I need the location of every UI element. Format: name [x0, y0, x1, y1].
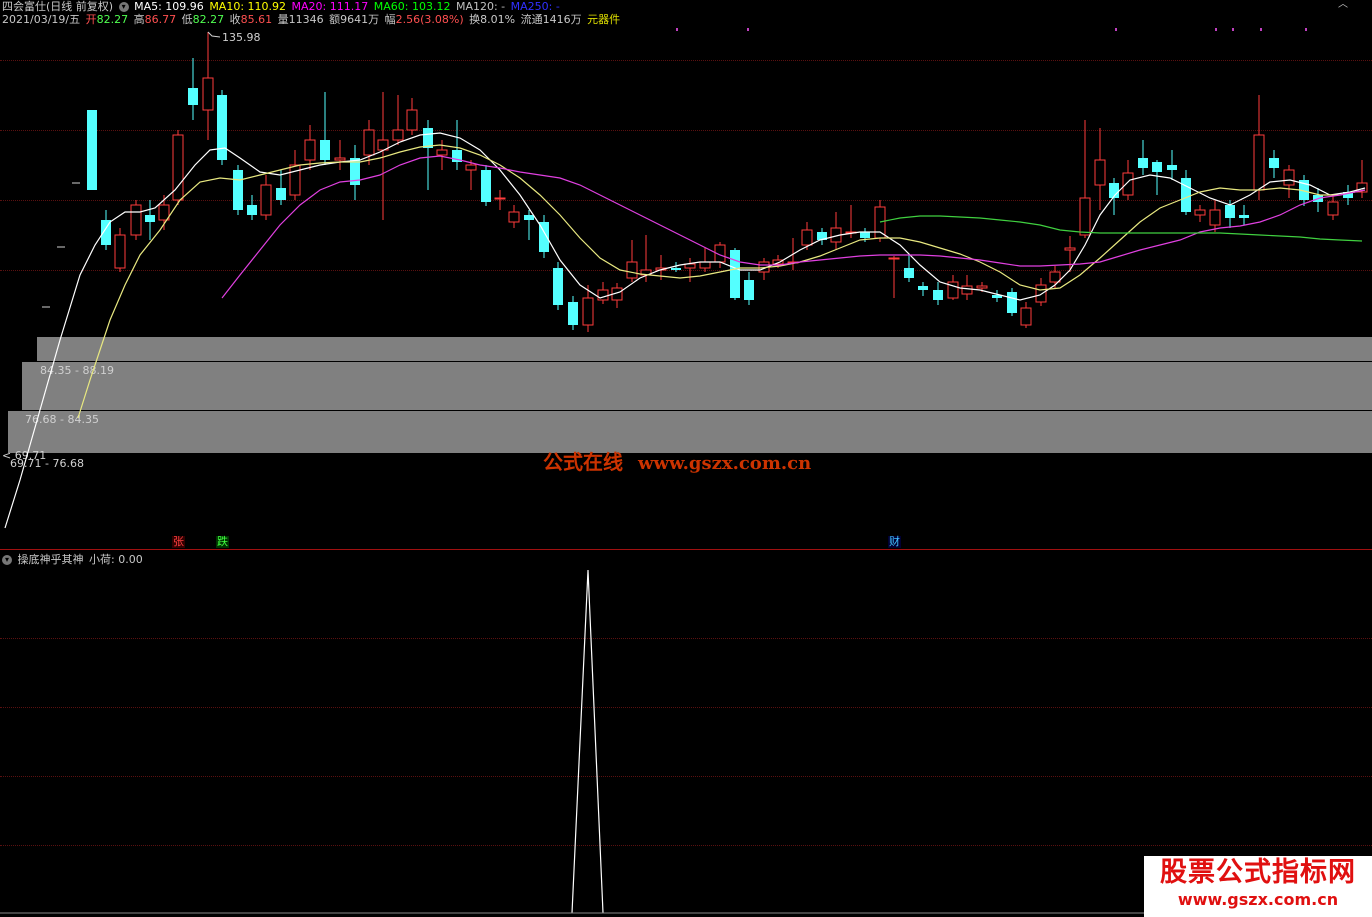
candle-body — [508, 211, 520, 223]
candle-body — [1007, 292, 1017, 313]
candle-body — [334, 157, 346, 161]
candle-body — [568, 302, 578, 325]
grid-line — [0, 638, 1372, 639]
candle-body — [217, 95, 227, 160]
candle-body — [436, 149, 448, 156]
event-tick — [1115, 28, 1117, 31]
corner-watermark-title: 股票公式指标网 — [1160, 857, 1356, 888]
candle-body — [1064, 247, 1076, 251]
candle-body — [114, 234, 126, 269]
candle-body — [918, 286, 928, 290]
candle-body — [202, 77, 214, 111]
candle-body — [1094, 159, 1106, 186]
candle-body — [860, 232, 870, 238]
candle-body — [320, 140, 330, 160]
candle-body — [465, 164, 477, 171]
candle-body — [363, 129, 375, 156]
indicator-name[interactable]: 操底神乎其神 — [18, 553, 84, 566]
candle-body — [1152, 162, 1162, 172]
candle-body — [188, 88, 198, 105]
candle-body — [1167, 165, 1177, 170]
candle-body — [976, 285, 988, 289]
corner-watermark-url: www.gszx.com.cn — [1177, 890, 1339, 909]
candle-body — [1209, 209, 1221, 226]
pane-divider[interactable] — [0, 549, 1372, 550]
candle-body — [1194, 209, 1206, 216]
candle-body — [392, 129, 404, 141]
event-tick — [747, 28, 749, 31]
candle-body — [671, 268, 681, 270]
candle-body — [233, 170, 243, 210]
candle-body — [130, 204, 142, 236]
candle-body — [874, 206, 886, 239]
event-tick — [1305, 28, 1307, 31]
candle-body — [304, 139, 316, 161]
candle-body — [260, 184, 272, 216]
grid-line — [0, 776, 1372, 777]
event-tick — [1232, 28, 1234, 31]
candle-body — [582, 297, 594, 326]
candle-body — [1079, 197, 1091, 236]
candle-body — [597, 289, 609, 301]
ma60-line — [879, 215, 1363, 242]
watermark-url: www.gszx.com.cn — [637, 453, 812, 474]
candle-body — [888, 257, 900, 260]
indicator-spike-line — [571, 569, 604, 914]
candle-body — [87, 110, 97, 190]
candle-body — [626, 261, 638, 279]
chevron-down-icon[interactable]: ▾ — [2, 555, 12, 565]
ma20-line — [221, 155, 1366, 299]
candle-body — [406, 109, 418, 131]
candle-body — [1020, 307, 1032, 326]
candle-body — [933, 290, 943, 300]
grid-line — [0, 707, 1372, 708]
candle-body — [1327, 201, 1339, 216]
candle-body — [744, 280, 754, 300]
signal-zhang[interactable]: 张 — [172, 536, 185, 548]
candle-body — [730, 250, 740, 298]
candle-body — [1138, 158, 1148, 168]
event-tick — [1260, 28, 1262, 31]
candle-body — [1049, 271, 1061, 283]
candle-body — [247, 205, 257, 215]
candle-body — [276, 188, 286, 200]
candle-body — [1253, 134, 1265, 191]
candle-body — [481, 170, 491, 202]
candle-body — [423, 128, 433, 148]
candle-body — [289, 164, 301, 196]
center-watermark: 公式在线 www.gszx.com.cn — [543, 446, 811, 475]
grid-line — [0, 845, 1372, 846]
indicator-header: ▾ 操底神乎其神 小荷: 0.00 — [2, 553, 145, 566]
candle-body — [494, 197, 506, 200]
signal-die[interactable]: 跌 — [216, 536, 229, 548]
candle-body — [1035, 284, 1047, 303]
candle-body — [1239, 215, 1249, 218]
candle-body — [1283, 169, 1295, 186]
candle-body — [1269, 158, 1279, 168]
candle-body — [1181, 178, 1191, 212]
candle-body — [145, 215, 155, 222]
candle-body — [524, 215, 534, 220]
watermark-cn: 公式在线 — [543, 450, 623, 474]
candle-body — [1122, 172, 1134, 196]
candle-body — [553, 268, 563, 305]
candle-body — [904, 268, 914, 278]
corner-watermark: 股票公式指标网 www.gszx.com.cn — [1144, 856, 1372, 917]
candle-body — [1225, 205, 1235, 218]
indicator-value: 小荷: 0.00 — [89, 553, 143, 566]
signal-cai[interactable]: 财 — [888, 536, 901, 548]
event-tick — [1215, 28, 1217, 31]
candle-body — [801, 229, 813, 246]
candle-body — [699, 261, 711, 269]
peak-pointer — [207, 31, 221, 38]
candle-body — [961, 285, 973, 295]
event-tick — [676, 28, 678, 31]
